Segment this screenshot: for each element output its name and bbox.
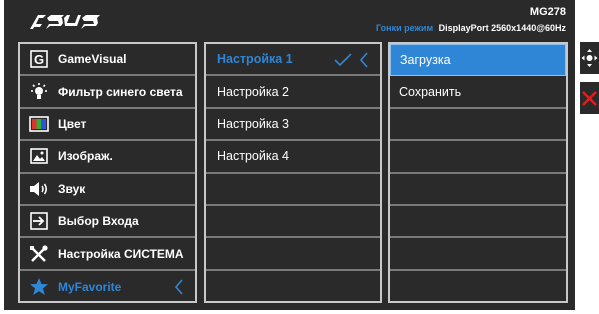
status-line: Гонки режим DisplayPort 2560x1440@60Hz: [376, 23, 566, 33]
action-empty-row: [390, 206, 566, 239]
submenu-empty-row: [206, 238, 380, 271]
action-empty-row: [390, 174, 566, 206]
action-load[interactable]: Загрузка: [390, 44, 566, 77]
blue-light-icon: [28, 82, 50, 101]
action-empty-row: [390, 141, 566, 174]
tools-icon: [28, 244, 50, 263]
submenu-item-setting-2[interactable]: Настройка 2: [206, 76, 380, 109]
action-empty-row: [390, 271, 566, 303]
input-select-icon: [28, 212, 50, 230]
osd-panel: MG278 Гонки режим DisplayPort 2560x1440@…: [4, 0, 575, 310]
submenu-item-setting-4[interactable]: Настройка 4: [206, 141, 380, 174]
menu-item-myfavorite[interactable]: MyFavorite: [20, 271, 195, 303]
menu-item-label: Цвет: [58, 116, 87, 131]
action-label: Загрузка: [400, 53, 451, 68]
menu-item-label: Изображ.: [58, 149, 113, 164]
color-icon: [28, 115, 50, 133]
close-button[interactable]: [580, 82, 599, 114]
submenu-item-label: Настройка 3: [217, 116, 289, 131]
main-menu: G GameVisual Фильтр синего света Цвет Из…: [18, 42, 197, 303]
check-icon: [334, 53, 352, 67]
close-icon: [582, 90, 597, 106]
submenu-item-setting-3[interactable]: Настройка 3: [206, 109, 380, 142]
submenu: Настройка 1 Настройка 2 Настройка 3 Наст…: [204, 42, 382, 303]
connection-info: DisplayPort 2560x1440@60Hz: [438, 23, 566, 33]
chevron-left-icon: [359, 52, 368, 68]
menu-item-label: Фильтр синего света: [58, 84, 183, 99]
menu-item-blue-light-filter[interactable]: Фильтр синего света: [20, 76, 195, 109]
mode-label: Гонки режим: [376, 23, 434, 33]
navigate-button[interactable]: [580, 42, 599, 74]
submenu-item-label: Настройка 1: [217, 52, 293, 67]
star-icon: [28, 278, 50, 296]
image-icon: [28, 147, 50, 165]
menu-item-color[interactable]: Цвет: [20, 109, 195, 142]
svg-text:G: G: [34, 52, 44, 67]
chevron-left-icon: [174, 279, 183, 295]
submenu-item-setting-1[interactable]: Настройка 1: [206, 44, 380, 77]
navigate-joystick-icon: [581, 49, 598, 67]
menu-item-label: Звук: [58, 181, 86, 196]
menu-item-label: MyFavorite: [58, 279, 122, 294]
action-label: Сохранить: [399, 84, 462, 99]
action-save[interactable]: Сохранить: [390, 76, 566, 109]
model-name: MG278: [529, 6, 566, 18]
submenu-empty-row: [206, 206, 380, 239]
menu-item-label: GameVisual: [58, 52, 127, 67]
submenu-empty-row: [206, 174, 380, 206]
menu-item-label: Настройка СИСТЕМА: [58, 246, 184, 261]
menu-item-system-setup[interactable]: Настройка СИСТЕМА: [20, 238, 195, 271]
action-menu: Загрузка Сохранить: [388, 42, 568, 303]
submenu-empty-row: [206, 271, 380, 303]
submenu-item-label: Настройка 2: [217, 84, 289, 99]
menu-item-gamevisual[interactable]: G GameVisual: [20, 44, 195, 77]
action-empty-row: [390, 109, 566, 142]
submenu-item-label: Настройка 4: [217, 149, 289, 164]
menu-item-label: Выбор Входа: [58, 214, 139, 229]
menu-item-input-select[interactable]: Выбор Входа: [20, 206, 195, 239]
speaker-icon: [28, 180, 50, 198]
action-empty-row: [390, 238, 566, 271]
asus-logo: [30, 15, 100, 29]
menu-item-image[interactable]: Изображ.: [20, 141, 195, 174]
menu-item-sound[interactable]: Звук: [20, 174, 195, 206]
gamevisual-icon: G: [28, 50, 50, 68]
